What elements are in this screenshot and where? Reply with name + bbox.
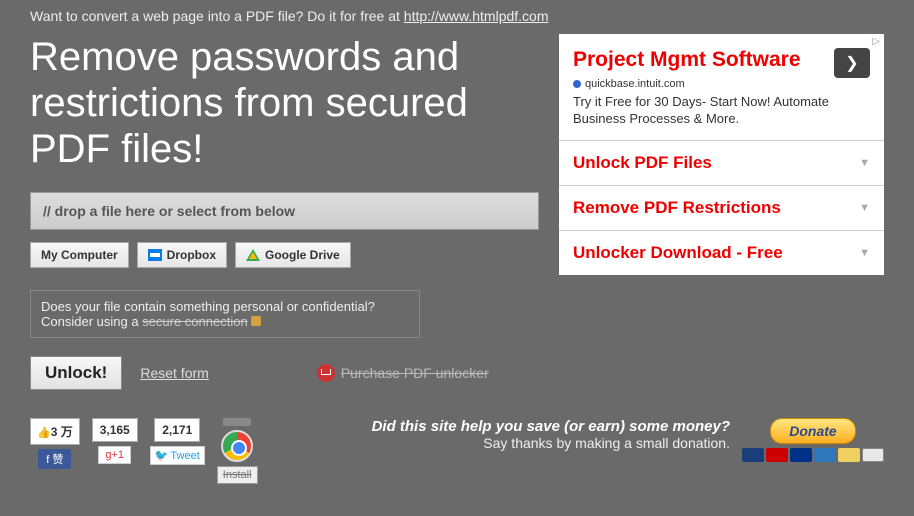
chrome-icon [221,430,253,462]
facebook-widget[interactable]: 👍3 万 f 赞 [30,418,80,469]
confidential-notice: Does your file contain something persona… [30,290,420,338]
google-drive-icon [246,249,260,261]
chevron-down-icon: ▼ [859,247,870,259]
adchoices-icon[interactable]: ▷ [872,36,880,47]
promo-link[interactable]: http://www.htmlpdf.com [404,8,549,24]
facebook-like-button[interactable]: f 赞 [38,449,71,469]
ad-domain: quickbase.intuit.com [559,78,884,94]
my-computer-button[interactable]: My Computer [30,242,129,268]
twitter-icon: 🐦 [155,449,169,462]
promo-text: Want to convert a web page into a PDF fi… [30,8,404,24]
ad-link-3[interactable]: Unlocker Download - Free▼ [559,230,884,275]
file-drop-zone[interactable]: // drop a file here or select from below [30,192,539,230]
twitter-widget[interactable]: 2,171 🐦Tweet [150,418,205,465]
card-icon [862,448,884,462]
dot-icon [573,80,581,88]
donate-question: Did this site help you save (or earn) so… [372,418,730,435]
ad-link-1[interactable]: Unlock PDF Files▼ [559,140,884,185]
dropbox-icon [148,249,162,261]
install-button[interactable]: Install [217,466,258,484]
card-icon [790,448,812,462]
ad-description: Try it Free for 30 Days- Start Now! Auto… [559,94,884,140]
promo-banner: Want to convert a web page into a PDF fi… [30,8,884,24]
ad-link-2[interactable]: Remove PDF Restrictions▼ [559,185,884,230]
chevron-down-icon: ▼ [859,157,870,169]
thumbs-up-icon: 👍 [37,427,51,439]
unlock-button[interactable]: Unlock! [30,356,122,390]
page-headline: Remove passwords and restrictions from s… [30,34,539,172]
google-plus-button[interactable]: g+1 [98,446,131,464]
suitcase-icon [223,418,251,426]
chevron-down-icon: ▼ [859,202,870,214]
ad-title[interactable]: Project Mgmt Software [573,48,870,72]
chrome-extension-widget[interactable]: Install [217,418,258,484]
card-icon [742,448,764,462]
secure-connection-link[interactable]: secure connection [142,314,248,329]
cart-icon [317,364,335,382]
card-icon [838,448,860,462]
card-icon [814,448,836,462]
ad-container: ▷ Project Mgmt Software ❯ quickbase.intu… [559,34,884,275]
purchase-unlocker-link[interactable]: Purchase PDF unlocker [317,364,489,382]
donate-button[interactable]: Donate [770,418,855,444]
ad-arrow-button[interactable]: ❯ [834,48,870,78]
payment-cards [742,448,884,462]
donate-subtext: Say thanks by making a small donation. [372,435,730,451]
lock-icon [251,316,261,326]
google-drive-button[interactable]: Google Drive [235,242,351,268]
reset-form-link[interactable]: Reset form [140,365,208,381]
dropbox-button[interactable]: Dropbox [137,242,227,268]
card-icon [766,448,788,462]
tweet-button[interactable]: 🐦Tweet [150,446,205,465]
google-plus-widget[interactable]: 3,165 g+1 [92,418,138,464]
